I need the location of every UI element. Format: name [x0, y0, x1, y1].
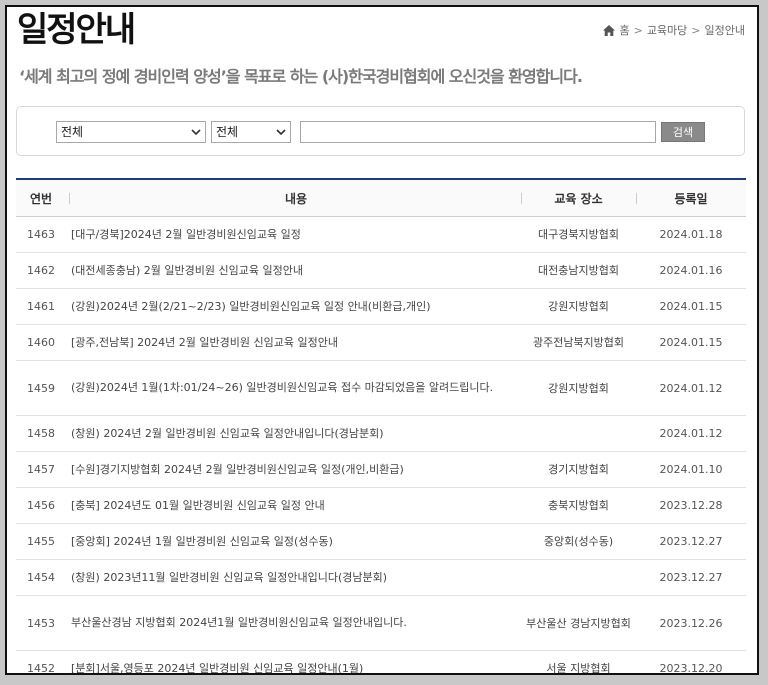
row-title-link[interactable]: [대구/경북]2024년 2월 일반경비원신임교육 일정 — [71, 217, 521, 252]
row-place: 부산울산 경남지방협회 — [526, 616, 631, 630]
chevron-down-icon — [276, 125, 286, 145]
keyword-input[interactable] — [300, 121, 656, 143]
table-row[interactable]: 1461 (강원)2024년 2월(2/21~2/23) 일반경비원신임교육 일… — [16, 289, 746, 325]
row-date: 2023.12.26 — [659, 616, 723, 630]
row-date: 2023.12.27 — [659, 571, 723, 584]
row-title-link[interactable]: (강원)2024년 1월(1차:01/24~26) 일반경비원신임교육 접수 마… — [71, 361, 521, 415]
row-title-link[interactable]: (강원)2024년 2월(2/21~2/23) 일반경비원신임교육 일정 안내(… — [71, 289, 521, 324]
row-no: 1463 — [27, 228, 55, 241]
table-header: 연번 내용 교육 장소 등록일 — [16, 180, 746, 217]
row-no: 1460 — [27, 336, 55, 349]
row-title-link[interactable]: [충북] 2024년도 01월 일반경비원 신임교육 일정 안내 — [71, 488, 521, 523]
breadcrumb: 홈 > 교육마당 > 일정안내 — [603, 22, 745, 38]
row-place: 중앙회(성수동) — [543, 535, 614, 548]
header-no: 연번 — [29, 191, 53, 206]
row-place: 대구경북지방협회 — [538, 228, 619, 241]
breadcrumb-current: 일정안내 — [704, 24, 745, 37]
row-date: 2024.01.18 — [659, 228, 723, 241]
row-place: 대전충남지방협회 — [538, 264, 619, 277]
field-select[interactable]: 전체 — [211, 121, 291, 143]
row-no: 1455 — [27, 535, 55, 548]
row-no: 1461 — [27, 300, 55, 313]
header-title: 내용 — [284, 191, 308, 206]
chevron-right-icon: > — [633, 23, 643, 37]
category-select[interactable]: 전체 — [56, 121, 206, 143]
row-place: 강원지방협회 — [548, 300, 609, 313]
row-place — [521, 416, 636, 451]
row-date: 2023.12.28 — [659, 499, 723, 512]
table-row[interactable]: 1452 [분회]서울,영등포 2024년 일반경비원 신임교육 일정안내(1월… — [16, 651, 746, 675]
table-row[interactable]: 1454 (창원) 2023년11월 일반경비원 신임교육 일정안내입니다(경남… — [16, 560, 746, 596]
content-frame: 일정안내 홈 > 교육마당 > 일정안내 ‘세계 최고의 정예 경비인력 양성’… — [5, 5, 759, 675]
row-title-link[interactable]: 부산울산경남 지방협회 2024년1월 일반경비원신임교육 일정안내입니다. — [71, 596, 521, 650]
row-no: 1457 — [27, 463, 55, 476]
breadcrumb-home[interactable]: 홈 — [619, 22, 629, 38]
table-row[interactable]: 1453 부산울산경남 지방협회 2024년1월 일반경비원신임교육 일정안내입… — [16, 596, 746, 651]
row-title-link[interactable]: [중앙회] 2024년 1월 일반경비원 신임교육 일정(성수동) — [71, 524, 521, 559]
table-row[interactable]: 1457 [수원]경기지방협회 2024년 2월 일반경비원신임교육 일정(개인… — [16, 452, 746, 488]
table-row[interactable]: 1460 [광주,전남북] 2024년 2월 일반경비원 신임교육 일정안내 광… — [16, 325, 746, 361]
table-row[interactable]: 1455 [중앙회] 2024년 1월 일반경비원 신임교육 일정(성수동) 중… — [16, 524, 746, 560]
row-date: 2024.01.15 — [659, 300, 723, 313]
row-place: 서울 지방협회 — [546, 662, 611, 675]
search-button[interactable]: 검색 — [661, 122, 705, 142]
row-title-link[interactable]: [광주,전남북] 2024년 2월 일반경비원 신임교육 일정안내 — [71, 325, 521, 360]
header-divider — [69, 193, 70, 204]
row-date: 2024.01.12 — [659, 381, 723, 395]
row-no: 1458 — [27, 427, 55, 440]
row-no: 1453 — [27, 616, 55, 630]
row-title-link[interactable]: (창원) 2023년11월 일반경비원 신임교육 일정안내입니다(경남분회) — [71, 560, 521, 595]
row-date: 2023.12.20 — [659, 662, 723, 675]
row-title-link[interactable]: (대전세종충남) 2월 일반경비원 신임교육 일정안내 — [71, 253, 521, 288]
row-date: 2024.01.10 — [659, 463, 723, 476]
row-place: 충북지방협회 — [548, 499, 609, 512]
header-date: 등록일 — [674, 191, 708, 206]
breadcrumb-section[interactable]: 교육마당 — [647, 22, 687, 38]
row-date: 2023.12.27 — [659, 535, 723, 548]
row-no: 1454 — [27, 571, 55, 584]
row-date: 2024.01.16 — [659, 264, 723, 277]
header-place: 교육 장소 — [554, 191, 603, 206]
chevron-right-icon: > — [691, 23, 701, 37]
row-title-link[interactable]: [분회]서울,영등포 2024년 일반경비원 신임교육 일정안내(1월) — [71, 651, 521, 674]
row-place: 강원지방협회 — [548, 381, 609, 395]
row-no: 1452 — [27, 662, 55, 675]
schedule-table: 연번 내용 교육 장소 등록일 1463 [대구/경북]2024년 2월 일반경… — [16, 178, 746, 675]
row-date: 2024.01.12 — [659, 427, 723, 440]
welcome-subtitle: ‘세계 최고의 정예 경비인력 양성’을 목표로 하는 (사)한국경비협회에 오… — [19, 67, 583, 86]
page-title: 일정안내 — [17, 10, 136, 50]
table-row[interactable]: 1456 [충북] 2024년도 01월 일반경비원 신임교육 일정 안내 충북… — [16, 488, 746, 524]
row-date: 2024.01.15 — [659, 336, 723, 349]
table-row[interactable]: 1458 (창원) 2024년 2월 일반경비원 신임교육 일정안내입니다(경남… — [16, 416, 746, 452]
field-select-value: 전체 — [216, 125, 239, 139]
row-place: 경기지방협회 — [548, 463, 609, 476]
row-place: 광주전남북지방협회 — [532, 336, 625, 349]
row-title-link[interactable]: (창원) 2024년 2월 일반경비원 신임교육 일정안내입니다(경남분회) — [71, 416, 521, 451]
category-select-value: 전체 — [61, 125, 84, 139]
table-row[interactable]: 1459 (강원)2024년 1월(1차:01/24~26) 일반경비원신임교육… — [16, 361, 746, 416]
search-panel: 전체 전체 검색 — [16, 106, 745, 156]
row-no: 1459 — [27, 381, 55, 395]
home-icon[interactable] — [603, 24, 616, 36]
row-place — [521, 560, 636, 595]
row-no: 1456 — [27, 499, 55, 512]
chevron-down-icon — [191, 125, 201, 145]
table-row[interactable]: 1462 (대전세종충남) 2월 일반경비원 신임교육 일정안내 대전충남지방협… — [16, 253, 746, 289]
row-no: 1462 — [27, 264, 55, 277]
table-row[interactable]: 1463 [대구/경북]2024년 2월 일반경비원신임교육 일정 대구경북지방… — [16, 217, 746, 253]
row-title-link[interactable]: [수원]경기지방협회 2024년 2월 일반경비원신임교육 일정(개인,비환급) — [71, 452, 521, 487]
